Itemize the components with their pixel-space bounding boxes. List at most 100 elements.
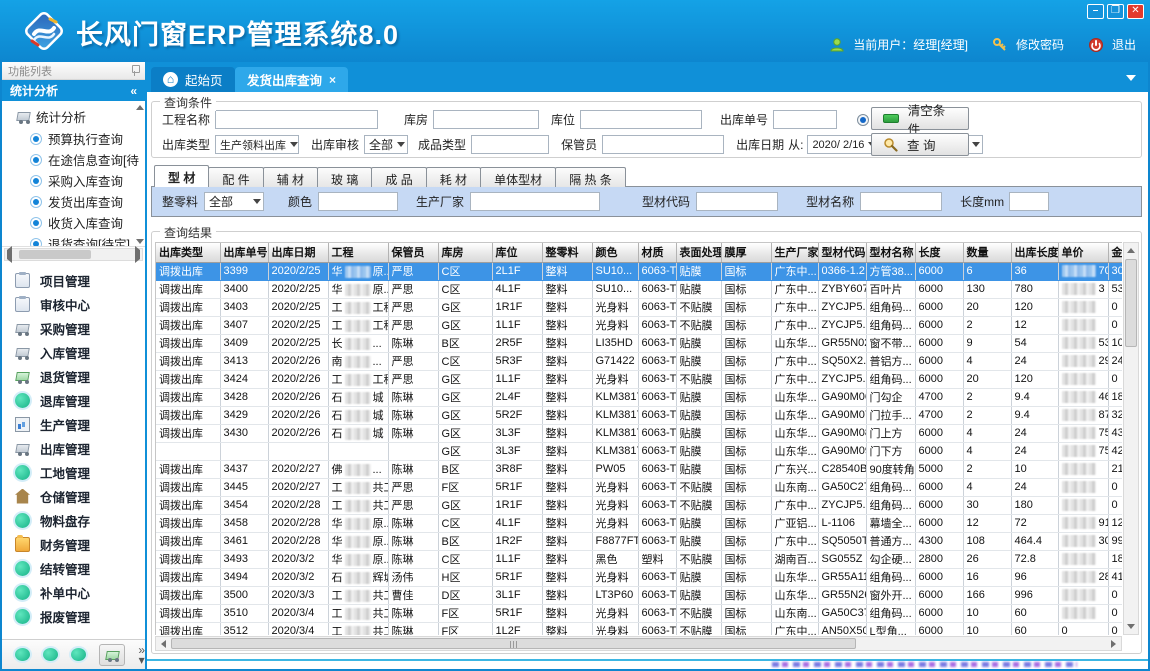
column-header[interactable]: 表面处理 — [676, 243, 721, 262]
tree-scrollbar-vertical[interactable] — [135, 105, 144, 244]
table-row[interactable]: 调拨出库34002020/2/25华原...严思C区4L1F整料SU10...6… — [156, 280, 1122, 298]
close-button[interactable]: ✕ — [1127, 4, 1144, 19]
profile-name-input[interactable] — [860, 192, 942, 211]
product-type-input[interactable] — [471, 135, 549, 154]
scroll-up-icon[interactable] — [1124, 243, 1138, 258]
order-no-input[interactable] — [773, 110, 837, 129]
table-row[interactable]: 调拨出库35122020/3/4工共工程陈琳F区1L2F整料光身料6063-T5… — [156, 622, 1122, 635]
keeper-input[interactable] — [602, 135, 724, 154]
scroll-up-icon[interactable] — [136, 105, 144, 110]
scroll-thumb[interactable] — [1125, 259, 1137, 347]
module-item[interactable]: 结转管理 — [2, 556, 145, 580]
material-tab[interactable]: 隔 热 条 — [555, 167, 626, 187]
scroll-down-icon[interactable] — [1124, 619, 1138, 634]
table-row[interactable]: 调拨出库34372020/2/27佛...陈琳B区3R8F整料PW056063-… — [156, 460, 1122, 478]
module-dot-icon[interactable] — [15, 648, 30, 661]
location-input[interactable] — [580, 110, 702, 129]
tab-home[interactable]: ⌂ 起始页 — [151, 67, 235, 92]
module-item[interactable]: 报废管理 — [2, 604, 145, 628]
column-header[interactable]: 单价 — [1058, 243, 1108, 262]
material-tab[interactable]: 单体型材 — [480, 167, 556, 187]
module-item[interactable]: 退货管理 — [2, 364, 145, 388]
scroll-right-icon[interactable] — [135, 250, 140, 259]
table-row[interactable]: 调拨出库34032020/2/25工工程严思G区1R1F整料光身料6063-T5… — [156, 298, 1122, 316]
table-row[interactable]: G区3L3F整料KLM38176063-T5贴膜国标山东华...GA90M09.… — [156, 442, 1122, 460]
scroll-right-icon[interactable] — [1106, 637, 1121, 650]
scroll-down-icon[interactable] — [136, 239, 144, 244]
date-from-select[interactable]: 2020/ 2/16 — [807, 135, 879, 154]
scroll-left-icon[interactable] — [156, 637, 171, 650]
module-item[interactable]: 工地管理 — [2, 460, 145, 484]
pin-icon[interactable] — [131, 65, 139, 76]
table-row[interactable]: 调拨出库34072020/2/25工工程严思G区1L1F整料光身料6063-T5… — [156, 316, 1122, 334]
module-dot-icon[interactable] — [71, 648, 86, 661]
column-header[interactable]: 颜色 — [592, 243, 638, 262]
module-item[interactable]: 入库管理 — [2, 340, 145, 364]
column-header[interactable]: 型材代码 — [818, 243, 866, 262]
table-row[interactable]: 调拨出库33992020/2/25华原...严思C区2L1F整料SU10...6… — [156, 262, 1122, 280]
profile-code-input[interactable] — [696, 192, 778, 211]
table-row[interactable]: 调拨出库35002020/3/3工共工程曹佳D区3L1F整料LT3P606063… — [156, 586, 1122, 604]
section-header[interactable]: 统计分析 « — [2, 80, 145, 101]
scroll-thumb[interactable] — [171, 638, 856, 649]
table-row[interactable]: 调拨出库34612020/2/28华原...陈琳B区1R2F整料F8877FT6… — [156, 532, 1122, 550]
column-header[interactable]: 工程 — [328, 243, 388, 262]
column-header[interactable]: 整零料 — [542, 243, 592, 262]
tree-item[interactable]: 发货出库查询 — [2, 191, 145, 212]
tree-item[interactable]: 退货查询[待定] — [2, 233, 145, 247]
table-row[interactable]: 调拨出库34132020/2/26南...严思C区5R3F整料G71422606… — [156, 352, 1122, 370]
audit-select[interactable]: 全部 — [364, 135, 408, 154]
module-item[interactable]: 采购管理 — [2, 316, 145, 340]
column-header[interactable]: 库位 — [492, 243, 542, 262]
table-row[interactable]: 调拨出库34452020/2/27工共工程严思F区5R1F整料光身料6063-T… — [156, 478, 1122, 496]
module-item[interactable]: 退库管理 — [2, 388, 145, 412]
scroll-thumb[interactable] — [19, 250, 91, 259]
overflow-chevron[interactable]: »▾ — [138, 645, 145, 665]
tree-scrollbar-horizontal[interactable] — [4, 248, 143, 261]
table-row[interactable]: 调拨出库34292020/2/26石城陈琳G区5R2F整料KLM38176063… — [156, 406, 1122, 424]
material-tab[interactable]: 耗 材 — [426, 167, 481, 187]
radio-icon[interactable] — [857, 114, 869, 126]
color-input[interactable] — [318, 192, 398, 211]
scroll-left-icon[interactable] — [7, 250, 12, 259]
table-row[interactable]: 调拨出库34302020/2/26石城陈琳G区3L3F整料KLM38176063… — [156, 424, 1122, 442]
column-header[interactable]: 出库长度 — [1011, 243, 1058, 262]
module-item[interactable]: 生产管理 — [2, 412, 145, 436]
table-row[interactable]: 调拨出库34242020/2/26工工程严思G区1L1F整料光身料6063-T5… — [156, 370, 1122, 388]
module-item[interactable]: 物料盘存 — [2, 508, 145, 532]
column-header[interactable]: 保管员 — [388, 243, 438, 262]
length-input[interactable] — [1009, 192, 1049, 211]
table-row[interactable]: 调拨出库35102020/3/4工共工程陈琳F区5R1F整料光身料6063-T5… — [156, 604, 1122, 622]
table-row[interactable]: 调拨出库34542020/2/28工共工程严思G区1R1F整料光身料6063-T… — [156, 496, 1122, 514]
tab-close-icon[interactable]: × — [329, 73, 336, 87]
project-name-input[interactable] — [215, 110, 378, 129]
whole-piece-select[interactable]: 全部 — [204, 192, 264, 211]
module-item[interactable]: 财务管理 — [2, 532, 145, 556]
column-header[interactable]: 出库类型 — [156, 243, 220, 262]
cart-shortcut-button[interactable] — [99, 644, 125, 666]
minimize-button[interactable]: – — [1087, 4, 1104, 19]
tree-root[interactable]: 统计分析 — [2, 101, 145, 128]
table-row[interactable]: 调拨出库34942020/3/2石辉城汤伟H区5R1F整料光身料6063-T5贴… — [156, 568, 1122, 586]
module-item[interactable]: 出库管理 — [2, 436, 145, 460]
maker-input[interactable] — [470, 192, 600, 211]
out-type-select[interactable]: 生产领料出库 — [215, 135, 299, 154]
tab-outbound-query[interactable]: 发货出库查询 × — [235, 67, 348, 92]
column-header[interactable]: 出库单号 — [220, 243, 268, 262]
material-tab[interactable]: 型 材 — [154, 165, 209, 187]
column-header[interactable]: 材质 — [638, 243, 676, 262]
table-row[interactable]: 调拨出库34282020/2/26石城陈琳G区2L4F整料KLM38176063… — [156, 388, 1122, 406]
module-item[interactable]: 审核中心 — [2, 292, 145, 316]
tree-item[interactable]: 预算执行查询 — [2, 128, 145, 149]
search-button[interactable]: 查 询 — [871, 133, 969, 156]
material-tab[interactable]: 辅 材 — [263, 167, 318, 187]
tree-item[interactable]: 收货入库查询 — [2, 212, 145, 233]
column-header[interactable]: 库房 — [438, 243, 492, 262]
maximize-button[interactable]: ❐ — [1107, 4, 1124, 19]
material-tab[interactable]: 成 品 — [371, 167, 426, 187]
column-header[interactable]: 膜厚 — [721, 243, 771, 262]
column-header[interactable]: 出库日期 — [268, 243, 328, 262]
tree-item[interactable]: 采购入库查询 — [2, 170, 145, 191]
column-header[interactable]: 长度 — [915, 243, 963, 262]
column-header[interactable]: 金额 — [1108, 243, 1122, 262]
